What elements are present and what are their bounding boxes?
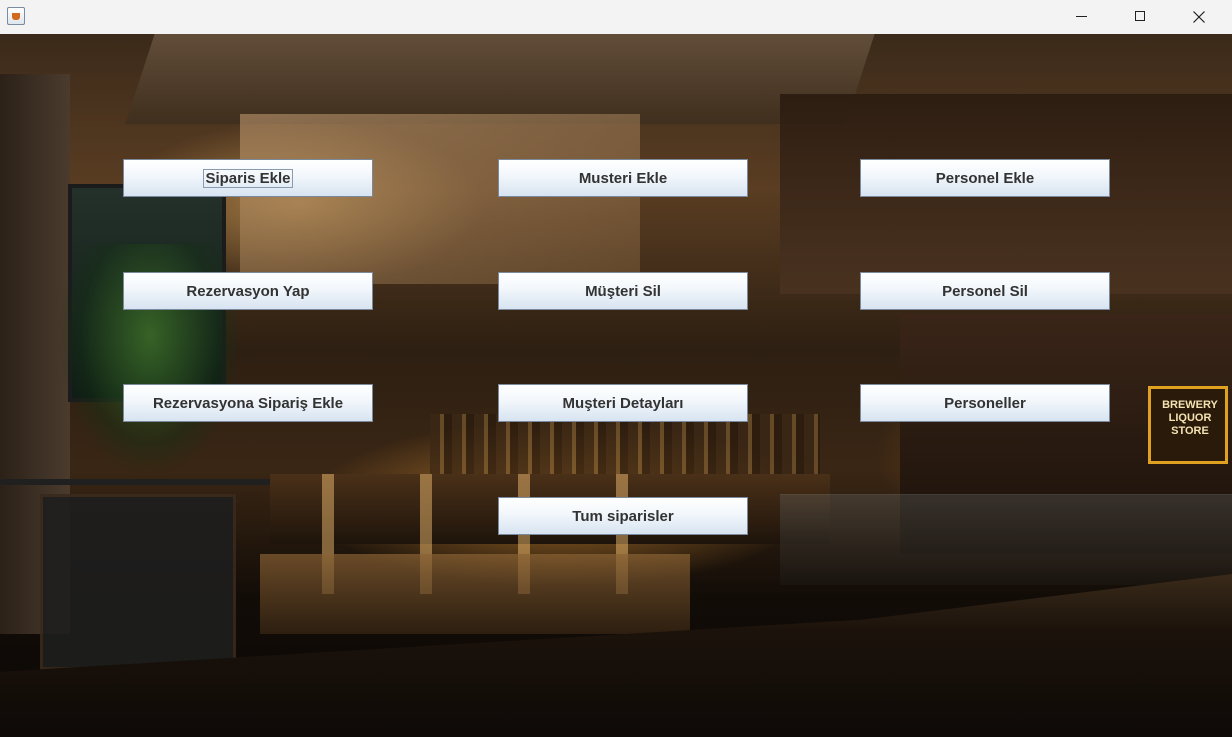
sign-text: BREWERY LIQUOR STORE — [1162, 399, 1218, 437]
personel-sil-button[interactable]: Personel Sil — [860, 272, 1110, 310]
musteri-sil-button[interactable]: Müşteri Sil — [498, 272, 748, 310]
close-icon — [1193, 11, 1205, 23]
bottle-shelves — [430, 414, 820, 474]
tum-siparisler-label: Tum siparisler — [572, 507, 674, 525]
minimize-button[interactable] — [1052, 0, 1110, 34]
musteri-sil-label: Müşteri Sil — [585, 282, 661, 300]
title-bar — [0, 0, 1232, 34]
ceiling-beam — [125, 34, 875, 124]
personeller-button[interactable]: Personeller — [860, 384, 1110, 422]
rezervasyona-siparis-ekle-label: Rezervasyona Sipariş Ekle — [152, 394, 344, 412]
musteri-detaylari-button[interactable]: Muşteri Detayları — [498, 384, 748, 422]
maximize-button[interactable] — [1111, 0, 1169, 34]
glass-partition — [780, 494, 1232, 585]
tum-siparisler-button[interactable]: Tum siparisler — [498, 497, 748, 535]
personel-sil-label: Personel Sil — [942, 282, 1028, 300]
java-cup-icon — [7, 7, 25, 25]
rezervasyon-yap-label: Rezervasyon Yap — [186, 282, 310, 300]
rezervasyona-siparis-ekle-button[interactable]: Rezervasyona Sipariş Ekle — [123, 384, 373, 422]
ceiling-panel — [240, 114, 640, 284]
chalkboard — [40, 494, 236, 670]
siparis-ekle-button[interactable]: Siparis Ekle — [123, 159, 373, 197]
personel-ekle-button[interactable]: Personel Ekle — [860, 159, 1110, 197]
personeller-label: Personeller — [944, 394, 1026, 412]
brewery-sign: BREWERY LIQUOR STORE — [1148, 386, 1228, 464]
musteri-ekle-button[interactable]: Musteri Ekle — [498, 159, 748, 197]
musteri-detaylari-label: Muşteri Detayları — [562, 394, 684, 412]
personel-ekle-label: Personel Ekle — [935, 169, 1035, 187]
siparis-ekle-label: Siparis Ekle — [203, 168, 293, 188]
close-button[interactable] — [1170, 0, 1228, 34]
railing — [0, 479, 290, 485]
floor — [260, 554, 690, 634]
musteri-ekle-label: Musteri Ekle — [578, 169, 668, 187]
rezervasyon-yap-button[interactable]: Rezervasyon Yap — [123, 272, 373, 310]
